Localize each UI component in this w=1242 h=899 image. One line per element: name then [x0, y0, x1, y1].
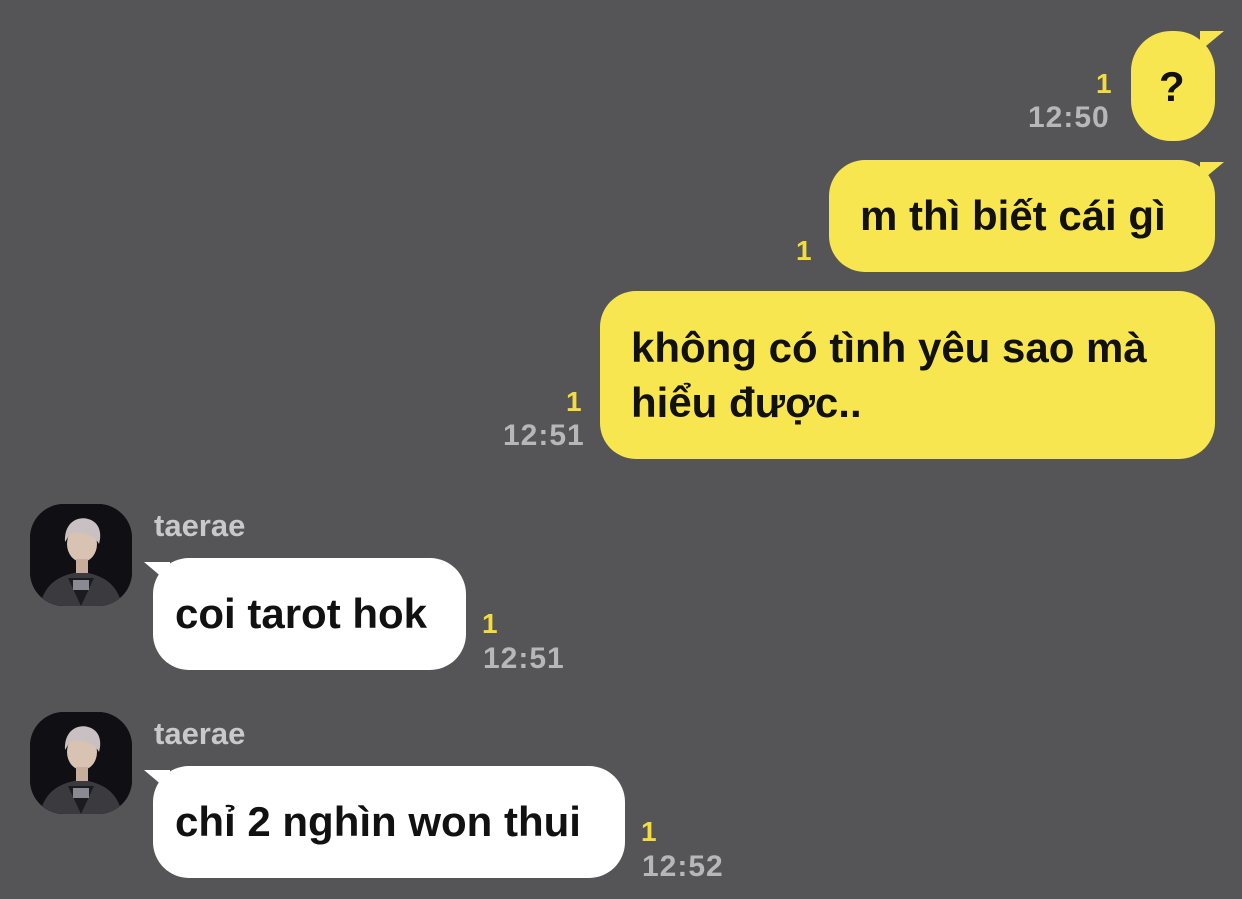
bubble-tail	[1200, 162, 1224, 182]
message-time: 12:51	[483, 642, 565, 675]
avatar[interactable]	[30, 504, 132, 606]
chat-room: 1 12:50 ? 1 m thì biết cái gì 1 12:51 kh…	[0, 0, 1242, 899]
unread-count: 1	[1096, 68, 1112, 99]
message-time: 12:52	[642, 850, 724, 883]
sender-name: taerae	[154, 508, 246, 543]
sent-message-bubble[interactable]: m thì biết cái gì	[829, 160, 1215, 272]
sent-message-bubble[interactable]: không có tình yêu sao mà hiểu được..	[600, 291, 1215, 459]
message-text: ?	[1159, 63, 1185, 110]
avatar[interactable]	[30, 712, 132, 814]
message-text-line-2: hiểu được..	[631, 379, 862, 426]
message-text: chỉ 2 nghìn won thui	[175, 798, 581, 845]
unread-count: 1	[641, 816, 657, 847]
unread-count: 1	[796, 235, 812, 266]
received-message-bubble[interactable]: chỉ 2 nghìn won thui	[153, 766, 625, 878]
message-text: coi tarot hok	[175, 590, 428, 637]
profile-photo-avatar-icon	[30, 504, 132, 606]
unread-count: 1	[566, 386, 582, 417]
message-time: 12:50	[1028, 101, 1110, 134]
message-time: 12:51	[503, 419, 585, 452]
bubble-tail	[1200, 31, 1224, 51]
message-text-line-1: không có tình yêu sao mà	[631, 324, 1147, 371]
received-message-bubble[interactable]: coi tarot hok	[153, 558, 466, 670]
unread-count: 1	[482, 608, 498, 639]
message-text: m thì biết cái gì	[860, 192, 1166, 239]
profile-photo-avatar-icon	[30, 712, 132, 814]
sender-name: taerae	[154, 716, 246, 751]
